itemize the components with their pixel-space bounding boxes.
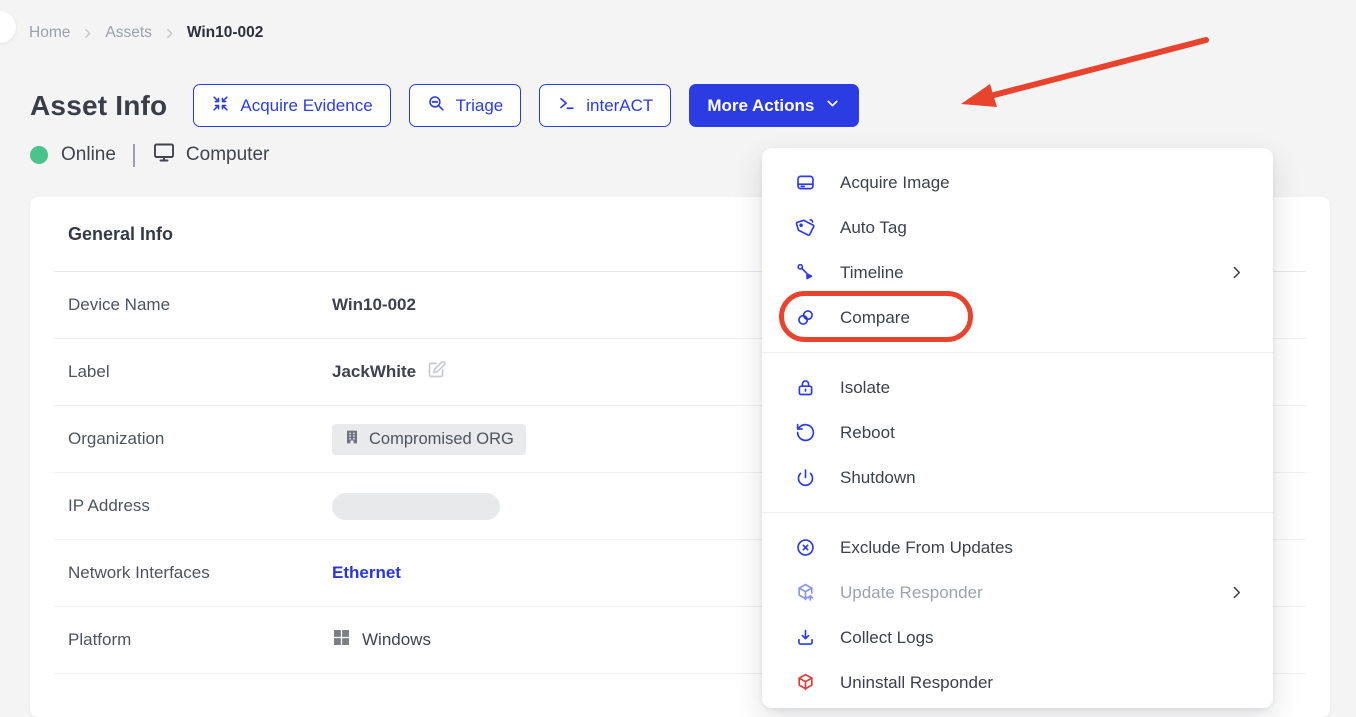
row-label: Network Interfaces [68,563,332,583]
menu-item-reboot[interactable]: Reboot [762,410,1273,455]
breadcrumb-home[interactable]: Home [29,24,70,42]
menu-item-label: Update Responder [840,583,1228,603]
menu-item-auto-tag[interactable]: Auto Tag [762,205,1273,250]
windows-logo-icon [332,628,351,652]
timeline-icon [794,262,816,283]
tag-icon [794,217,816,238]
more-actions-button[interactable]: More Actions [689,84,859,127]
submenu-chevron-right-icon [1228,264,1245,281]
asset-type-label: Computer [186,144,269,166]
acquire-evidence-label: Acquire Evidence [240,96,372,116]
menu-item-label: Isolate [840,378,1245,398]
chevron-right-icon [163,27,176,40]
menu-item-label: Auto Tag [840,218,1245,238]
organization-badge[interactable]: Compromised ORG [332,424,526,455]
row-label: Organization [68,429,332,449]
acquire-evidence-button[interactable]: Acquire Evidence [193,84,390,127]
menu-item-compare[interactable]: Compare [762,295,1273,340]
online-status-dot [30,146,48,164]
menu-item-uninstall-responder[interactable]: Uninstall Responder [762,660,1273,705]
menu-item-label: Acquire Image [840,173,1245,193]
menu-item-shutdown[interactable]: Shutdown [762,455,1273,500]
building-icon [344,429,360,450]
more-actions-dropdown-menu: Acquire Image Auto Tag Timeline [762,148,1273,708]
terminal-icon [557,94,576,118]
package-up-icon [794,582,816,603]
row-label: Device Name [68,295,332,315]
more-actions-label: More Actions [707,96,814,116]
interact-label: interACT [586,96,653,116]
edit-icon[interactable] [426,359,447,385]
breadcrumb: Home Assets Win10-002 [29,24,263,42]
status-separator [133,144,135,167]
header-row: Asset Info Acquire Evidence Triage [30,84,877,127]
menu-item-exclude-from-updates[interactable]: Exclude From Updates [762,525,1273,570]
download-icon [794,627,816,648]
menu-item-label: Collect Logs [840,628,1245,648]
menu-item-label: Reboot [840,423,1245,443]
hard-drive-icon [794,172,816,193]
chevron-right-icon [81,27,94,40]
package-x-icon [794,672,816,693]
menu-item-label: Exclude From Updates [840,538,1245,558]
menu-item-label: Timeline [840,263,1228,283]
chevron-down-icon [824,95,841,117]
power-icon [794,467,816,488]
asset-label-value: JackWhite [332,362,416,382]
menu-item-label: Compare [840,308,1245,328]
menu-divider [762,352,1273,353]
menu-divider [762,512,1273,513]
menu-item-timeline[interactable]: Timeline [762,250,1273,295]
menu-item-acquire-image[interactable]: Acquire Image [762,160,1273,205]
row-label: Platform [68,630,332,650]
page-title: Asset Info [30,90,167,122]
row-label: Label [68,362,332,382]
search-dots-icon [427,94,446,118]
menu-item-collect-logs[interactable]: Collect Logs [762,615,1273,660]
breadcrumb-current-asset: Win10-002 [187,24,264,42]
menu-item-label: Uninstall Responder [840,673,1245,693]
computer-monitor-icon [152,140,176,170]
rotate-ccw-icon [794,422,816,443]
asset-status-row: Online Computer [30,140,269,170]
redacted-ip-value [332,493,500,520]
triage-button[interactable]: Triage [409,84,522,127]
device-name-value: Win10-002 [332,295,416,315]
organization-name: Compromised ORG [369,430,514,449]
lock-icon [794,377,816,398]
arrows-pointing-in-icon [211,94,230,118]
menu-item-update-responder: Update Responder [762,570,1273,615]
menu-item-isolate[interactable]: Isolate [762,365,1273,410]
menu-item-label: Shutdown [840,468,1245,488]
ethernet-link[interactable]: Ethernet [332,563,401,583]
platform-value: Windows [362,630,431,650]
compare-icon [794,307,816,328]
breadcrumb-assets[interactable]: Assets [105,24,152,42]
submenu-chevron-right-icon [1228,584,1245,601]
row-label: IP Address [68,496,332,516]
online-status-label: Online [61,144,116,166]
circle-x-icon [794,537,816,558]
triage-label: Triage [456,96,504,116]
interact-button[interactable]: interACT [539,84,671,127]
edge-circle-decoration [0,11,16,43]
